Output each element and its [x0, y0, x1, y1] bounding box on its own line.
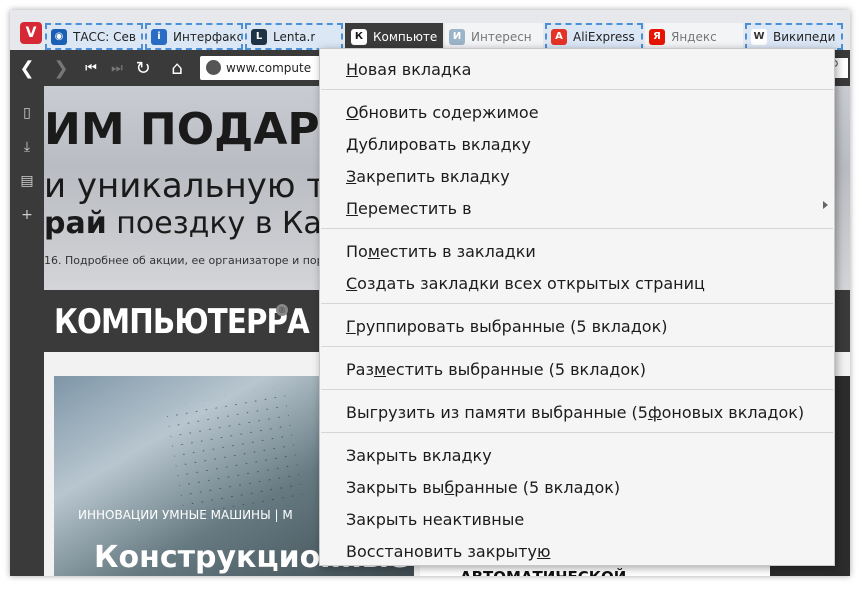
menu-item-group[interactable]: Группировать выбранные (5 вкладок)	[346, 312, 668, 340]
tab-yandex[interactable]: Я Яндекс	[645, 23, 743, 50]
tab-title: Интерфакс	[173, 29, 241, 44]
menu-item-tile[interactable]: Раз м естить выбранные (5 вкладок)	[346, 355, 646, 383]
menu-item-bookmark[interactable]: По м естить в закладки	[346, 237, 536, 265]
menu-item-restore-closed[interactable]: Восстановить закрыту ю	[346, 537, 550, 565]
globe-icon: ◉	[51, 28, 67, 45]
lenta-icon: L	[251, 28, 267, 45]
menu-item-reload[interactable]: Обновить содержимое	[346, 98, 539, 126]
submenu-arrow-icon	[823, 201, 828, 209]
tab-title: Интересн	[471, 29, 532, 44]
menu-item-bookmark-all[interactable]: Создать закладки всех открытых страниц	[346, 269, 705, 297]
page-icon: И	[449, 28, 465, 45]
banner-bold: рай	[44, 206, 107, 241]
add-panel-icon[interactable]: +	[18, 206, 36, 224]
side-panel: ▯ ⤓ ▤ +	[10, 86, 44, 576]
tab-title: Википеди	[773, 29, 836, 44]
satellite-image	[165, 386, 303, 516]
interfax-icon: i	[151, 28, 167, 45]
tab-interesting[interactable]: И Интересн	[445, 23, 543, 50]
site-info-icon[interactable]	[206, 60, 221, 75]
side-article-title: АВТОМАТИЧЕСКОЙ	[460, 568, 626, 576]
menu-separator	[321, 89, 833, 90]
tab-title: ТАСС: Сев	[73, 29, 136, 44]
home-icon[interactable]: ⌂	[166, 56, 188, 80]
menu-item-close-inactive[interactable]: Закрыть неактивные	[346, 505, 524, 533]
tab-title: Компьюте	[373, 29, 438, 44]
tab-computerra[interactable]: К Компьюте	[345, 23, 443, 50]
menu-item-new-tab[interactable]: Новая вкладка	[346, 55, 471, 83]
yandex-icon: Я	[649, 28, 665, 45]
site-logo[interactable]: КОМПЬЮТЕРРА	[54, 302, 310, 342]
tab-tass[interactable]: ◉ ТАСС: Сев	[45, 23, 143, 50]
banner-line: рай поездку в Ка	[44, 206, 322, 241]
menu-separator	[321, 228, 833, 229]
menu-separator	[321, 303, 833, 304]
rewind-icon[interactable]: ⏮	[80, 56, 102, 80]
tab-title: Lenta.r	[273, 29, 316, 44]
menu-separator	[321, 346, 833, 347]
url-text: www.compute	[226, 61, 312, 75]
reload-icon[interactable]: ↻	[132, 56, 154, 80]
menu-item-close-selected[interactable]: Закрыть вы б ранные (5 вкладок)	[346, 473, 620, 501]
aliexpress-icon: A	[551, 28, 567, 45]
notes-panel-icon[interactable]: ▤	[18, 172, 36, 190]
back-icon[interactable]: ❮	[16, 56, 38, 80]
banner-rest: поездку в Ка	[106, 206, 322, 241]
vivaldi-menu-icon[interactable]: V	[20, 22, 42, 44]
tab-interfax[interactable]: i Интерфакс	[145, 23, 243, 50]
forward-icon[interactable]: ❯	[50, 56, 72, 80]
menu-item-move-to[interactable]: Переместить в	[346, 194, 472, 222]
downloads-panel-icon[interactable]: ⤓	[18, 138, 36, 156]
wikipedia-icon: W	[751, 28, 767, 45]
browser-window: V ◉ ТАСС: Сев i Интерфакс L Lenta.r К Ко…	[10, 10, 850, 576]
menu-separator	[321, 432, 833, 433]
menu-item-duplicate[interactable]: Дублировать вкладку	[346, 130, 531, 158]
bookmarks-panel-icon[interactable]: ▯	[18, 104, 36, 122]
tab-bar: V ◉ ТАСС: Сев i Интерфакс L Lenta.r К Ко…	[10, 10, 850, 50]
tab-wikipedia[interactable]: W Википеди	[745, 23, 843, 50]
tab-lenta[interactable]: L Lenta.r	[245, 23, 343, 50]
banner-footnote: 16. Подробнее об акции, ее организаторе …	[44, 254, 324, 267]
tab-title: AliExpress	[573, 29, 635, 44]
menu-item-close-tab[interactable]: Закрыть вкладку	[346, 441, 492, 469]
tab-context-menu: Новая вкладка Обновить содержимое Дублир…	[319, 48, 835, 566]
menu-item-pin[interactable]: Закрепить вкладку	[346, 162, 510, 190]
menu-item-hibernate[interactable]: Выгрузить из памяти выбранные (5 ф оновых…	[346, 398, 804, 426]
tab-aliexpress[interactable]: A AliExpress	[545, 23, 643, 50]
tab-title: Яндекс	[671, 29, 717, 44]
registered-icon: ®	[276, 304, 288, 316]
article-categories: ИННОВАЦИИ УМНЫЕ МАШИНЫ | М	[78, 508, 293, 522]
fast-forward-icon[interactable]: ⏭	[106, 56, 128, 80]
computerra-icon: К	[351, 28, 367, 45]
menu-separator	[321, 389, 833, 390]
